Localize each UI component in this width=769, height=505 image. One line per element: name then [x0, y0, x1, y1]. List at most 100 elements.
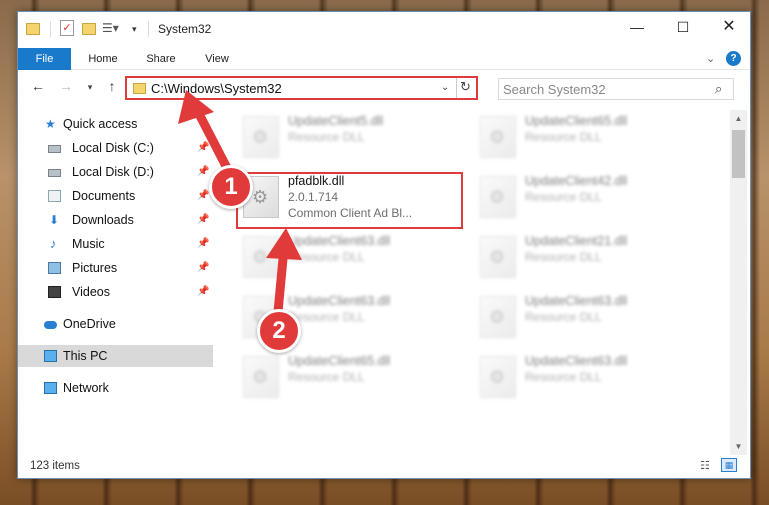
sidebar-item-label: Documents — [72, 189, 136, 203]
properties-check-icon[interactable]: ✓ — [60, 20, 74, 36]
file-type: Resource DLL — [525, 130, 602, 144]
sidebar-item-local-disk-c[interactable]: Local Disk (C:) 📌 — [18, 137, 213, 159]
pictures-icon — [48, 262, 61, 274]
step-badge-2: 2 — [257, 309, 301, 353]
tab-share[interactable]: Share — [136, 48, 186, 70]
pin-icon[interactable]: 📌 — [197, 137, 209, 159]
folder-icon[interactable] — [26, 23, 40, 35]
address-path[interactable]: C:\Windows\System32 — [151, 81, 282, 96]
file-explorer-window: ✓ ☰▾ ▾ System32 — ☐ ✕ File Home Share Vi… — [17, 11, 751, 479]
search-icon[interactable]: ⌕ — [715, 81, 722, 97]
sidebar-item-music[interactable]: ♪ Music 📌 — [18, 233, 213, 255]
close-button[interactable]: ✕ — [706, 12, 750, 42]
file-type: Resource DLL — [288, 250, 365, 264]
dll-file-icon — [480, 116, 516, 158]
file-type: Resource DLL — [525, 370, 602, 384]
pin-icon[interactable]: 📌 — [197, 233, 209, 255]
sidebar-item-documents[interactable]: Documents 📌 — [18, 185, 213, 207]
sidebar-item-videos[interactable]: Videos 📌 — [18, 281, 213, 303]
sidebar-item-this-pc[interactable]: This PC — [18, 345, 213, 367]
customize-view-icon[interactable]: ☰▾ — [102, 21, 119, 35]
sidebar-item-onedrive[interactable]: OneDrive — [18, 313, 213, 335]
dll-file-icon — [480, 176, 516, 218]
address-row: ← → ▾ ↑ C:\Windows\System32 ⌄ ↻ Search S… — [18, 72, 750, 102]
pin-icon[interactable]: 📌 — [197, 209, 209, 231]
title-bar: ✓ ☰▾ ▾ System32 — ☐ ✕ — [18, 12, 750, 48]
videos-icon — [48, 286, 61, 298]
sidebar-item-label: Quick access — [63, 117, 138, 131]
status-bar: 123 items ☷ ▦ — [18, 455, 750, 478]
scroll-down-icon[interactable]: ▼ — [730, 438, 747, 455]
highlight-box — [236, 172, 463, 229]
sidebar-item-quick-access[interactable]: ★ Quick access — [18, 113, 213, 135]
new-folder-icon[interactable] — [82, 23, 96, 35]
file-name: UpdateClient21.dll — [525, 234, 628, 248]
drive-icon — [48, 145, 61, 153]
dll-file-icon — [243, 116, 279, 158]
list-item[interactable]: UpdateClient65.dll Resource DLL — [480, 112, 705, 164]
tab-file[interactable]: File — [18, 48, 71, 70]
minimize-button[interactable]: — — [614, 12, 660, 42]
details-view-icon[interactable]: ☷ — [700, 459, 710, 472]
file-type: Resource DLL — [525, 310, 602, 324]
file-type: Resource DLL — [288, 370, 365, 384]
sidebar-item-label: Downloads — [72, 213, 134, 227]
sidebar-item-label: Music — [72, 237, 105, 251]
sidebar-item-downloads[interactable]: ⬇ Downloads 📌 — [18, 209, 213, 231]
file-list: UpdateClient5.dll Resource DLL UpdateCli… — [223, 110, 733, 455]
file-name: UpdateClient65.dll — [288, 354, 391, 368]
pin-icon[interactable]: 📌 — [197, 185, 209, 207]
help-icon[interactable]: ? — [726, 51, 741, 66]
list-item[interactable]: UpdateClient21.dll Resource DLL — [480, 232, 705, 284]
list-item[interactable]: UpdateClient42.dll Resource DLL — [480, 172, 705, 224]
file-name: UpdateClient63.dll — [525, 354, 628, 368]
recent-locations-chevron-icon[interactable]: ▾ — [80, 82, 100, 93]
file-type: Resource DLL — [525, 190, 602, 204]
address-bar[interactable]: C:\Windows\System32 ⌄ ↻ — [125, 76, 478, 100]
sidebar-item-label: OneDrive — [63, 317, 116, 331]
dll-file-icon — [243, 356, 279, 398]
divider — [456, 78, 457, 98]
scroll-up-icon[interactable]: ▲ — [730, 110, 747, 127]
list-item[interactable]: UpdateClient63.dll Resource DLL — [243, 232, 468, 284]
dll-file-icon — [480, 236, 516, 278]
file-type: Resource DLL — [288, 130, 365, 144]
refresh-icon[interactable]: ↻ — [460, 79, 471, 95]
sidebar-item-network[interactable]: Network — [18, 377, 213, 399]
sidebar-item-local-disk-d[interactable]: Local Disk (D:) 📌 — [18, 161, 213, 183]
back-arrow-icon[interactable]: ← — [28, 78, 48, 94]
window-title: System32 — [158, 22, 212, 36]
vertical-scrollbar[interactable]: ▲ ▼ — [730, 110, 747, 455]
list-item[interactable]: UpdateClient63.dll Resource DLL — [480, 292, 705, 344]
step-badge-1: 1 — [209, 165, 253, 209]
list-item[interactable]: UpdateClient63.dll Resource DLL — [480, 352, 705, 404]
sidebar-item-pictures[interactable]: Pictures 📌 — [18, 257, 213, 279]
tiles-view-icon[interactable]: ▦ — [721, 458, 737, 472]
sidebar-item-label: Local Disk (C:) — [72, 141, 154, 155]
maximize-button[interactable]: ☐ — [660, 12, 706, 42]
search-input[interactable]: Search System32 ⌕ — [498, 78, 734, 100]
sidebar-item-label: Local Disk (D:) — [72, 165, 154, 179]
music-icon: ♪ — [50, 236, 57, 251]
pin-icon[interactable]: 📌 — [197, 161, 209, 183]
address-dropdown-chevron-icon[interactable]: ⌄ — [441, 82, 449, 93]
scroll-thumb[interactable] — [732, 130, 745, 178]
expand-ribbon-chevron-icon[interactable]: ⌄ — [706, 52, 715, 65]
list-item[interactable]: UpdateClient5.dll Resource DLL — [243, 112, 468, 164]
pin-icon[interactable]: 📌 — [197, 281, 209, 303]
documents-icon — [48, 190, 61, 202]
sidebar-item-label: Pictures — [72, 261, 118, 275]
file-name: UpdateClient42.dll — [525, 174, 628, 188]
quick-access-dropdown-icon[interactable]: ▾ — [132, 24, 137, 35]
pin-icon[interactable]: 📌 — [197, 257, 209, 279]
this-pc-icon — [44, 350, 57, 362]
forward-arrow-icon[interactable]: → — [56, 78, 76, 94]
list-item[interactable]: UpdateClient65.dll Resource DLL — [243, 352, 468, 404]
onedrive-icon — [44, 321, 57, 329]
tab-home[interactable]: Home — [78, 48, 128, 70]
network-icon — [44, 382, 57, 394]
file-name: UpdateClient63.dll — [288, 234, 391, 248]
sidebar-item-label: This PC — [63, 349, 108, 363]
tab-view[interactable]: View — [194, 48, 240, 70]
up-arrow-icon[interactable]: ↑ — [102, 78, 122, 94]
